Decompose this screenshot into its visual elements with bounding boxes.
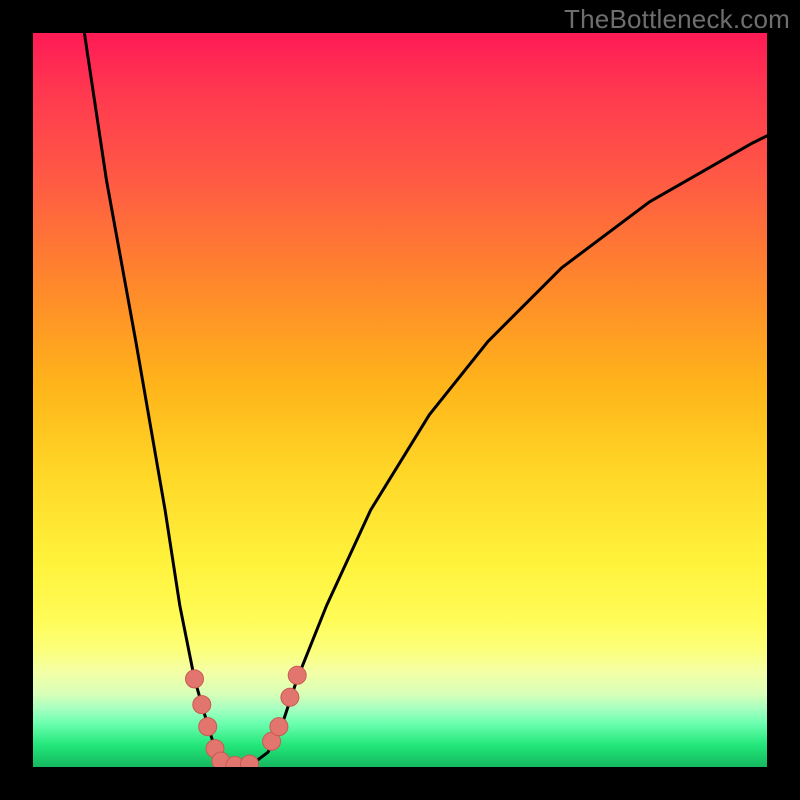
curve-svg	[33, 33, 767, 767]
plot-area	[33, 33, 767, 767]
curve-dot	[193, 696, 211, 714]
curve-dot	[199, 718, 217, 736]
curve-dots	[186, 666, 307, 767]
watermark-text: TheBottleneck.com	[564, 4, 790, 35]
bottleneck-curve	[84, 33, 767, 767]
curve-dot	[281, 688, 299, 706]
curve-dot	[241, 755, 259, 767]
curve-dot	[288, 666, 306, 684]
chart-frame: TheBottleneck.com	[0, 0, 800, 800]
curve-dot	[270, 718, 288, 736]
curve-dot	[186, 670, 204, 688]
